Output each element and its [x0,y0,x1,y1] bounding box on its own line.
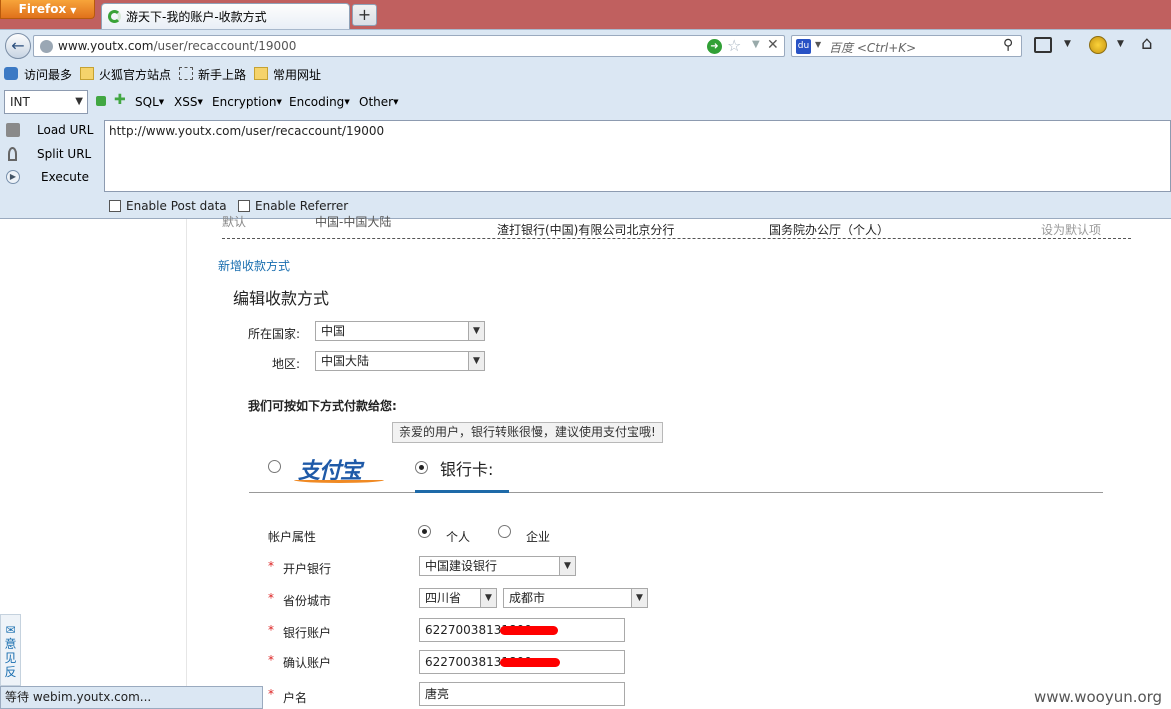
url-text: www.youtx.com/user/recaccount/19000 [58,39,297,53]
city-select[interactable]: 成都市 ▼ [503,588,648,608]
decrement-icon[interactable] [96,96,106,106]
personal-radio[interactable] [418,525,431,538]
confirm-account-label: 确认账户 [283,656,332,670]
redaction-mark [500,658,560,667]
required-mark: * [268,559,274,573]
existing-account-row: 默认 中国-中国大陆 渣打银行(中国)有限公司北京分行 国务院办公厅（个人） 设… [222,215,1131,239]
history-dropdown-icon[interactable]: ▼ [752,39,760,50]
page-sidebar [0,219,186,689]
divider [249,492,1103,493]
menu-xss[interactable]: XSS▼ [174,95,203,109]
region-select[interactable]: 中国大陆 ▼ [315,351,485,371]
bookmark-star-icon[interactable]: ☆ [727,36,741,55]
region-cell: 中国-中国大陆 [315,215,392,229]
folder-icon [80,67,94,80]
bank-label: 开户银行 [283,562,332,576]
alipay-radio[interactable] [268,460,281,473]
province-city-label: 省份城市 [283,594,332,608]
default-label: 默认 [222,215,247,229]
split-url-button[interactable]: Split URL [4,145,100,165]
holder-cell: 国务院办公厅（个人） [769,223,890,237]
execute-icon: ▶ [6,170,20,184]
hackbar: INT ▼ ✚ SQL▼ XSS▼ Encryption▼ Encoding▼ O… [0,87,1171,219]
bank-card-radio[interactable] [415,461,428,474]
browser-tab[interactable]: 游天下-我的账户-收款方式 [101,3,350,30]
feedback-tab[interactable]: ✉ 意见反 [0,614,21,686]
execute-button[interactable]: ▶ Execute [4,168,100,188]
navigation-bar: ← www.youtx.com/user/recaccount/19000 ➜ … [0,29,1171,62]
load-url-icon [6,123,20,137]
go-icon[interactable]: ➜ [707,39,722,54]
bank-cell: 渣打银行(中国)有限公司北京分行 [497,223,675,237]
most-visited-icon [4,67,18,80]
new-tab-button[interactable]: + [352,4,377,26]
business-label: 企业 [526,530,551,544]
url-textarea[interactable]: http://www.youtx.com/user/recaccount/190… [104,120,1171,192]
required-mark: * [268,623,274,637]
name-label: 户名 [283,691,308,705]
stop-icon[interactable]: ✕ [767,37,779,53]
status-bar: 等待 webim.youtx.com... [0,686,263,709]
baidu-icon[interactable]: du [796,39,811,54]
load-url-button[interactable]: Load URL [4,121,100,141]
url-bar[interactable]: www.youtx.com/user/recaccount/19000 ➜ ☆ … [33,35,785,57]
name-input[interactable]: 唐亮 [419,682,625,706]
account-label: 银行账户 [283,626,332,640]
bookmarks-toolbar: 访问最多 火狐官方站点 新手上路 常用网址 [0,62,1171,87]
page-content: 默认 中国-中国大陆 渣打银行(中国)有限公司北京分行 国务院办公厅（个人） 设… [186,215,1171,706]
screenshot-icon[interactable] [1034,37,1052,53]
bookmark-common-sites[interactable]: 常用网址 [273,66,321,83]
menu-encryption[interactable]: Encryption▼ [212,95,282,109]
personal-label: 个人 [446,530,471,544]
watermark: www.wooyun.org [1034,688,1163,706]
required-mark: * [268,687,274,701]
alipay-tooltip: 亲爱的用户，银行转账很慢，建议使用支付宝哦! [392,422,663,443]
bookmark-official-site[interactable]: 火狐官方站点 [99,66,171,83]
bookmark-most-visited[interactable]: 访问最多 [24,66,72,83]
chevron-down-icon[interactable]: ▼ [1117,39,1124,49]
folder-icon [254,67,268,80]
alipay-swoosh-icon [294,477,384,483]
province-select[interactable]: 四川省 ▼ [419,588,497,608]
business-radio[interactable] [498,525,511,538]
enable-post-data-checkbox[interactable]: Enable Post data [109,199,227,213]
increment-icon[interactable]: ✚ [114,93,126,107]
country-label: 所在国家: [248,327,301,341]
payment-heading: 我们可按如下方式付款给您: [248,399,397,413]
required-mark: * [268,653,274,667]
set-default-link[interactable]: 设为默认项 [1041,221,1101,238]
add-method-link[interactable]: 新增收款方式 [218,257,290,274]
loading-icon [108,10,121,23]
country-select[interactable]: 中国 ▼ [315,321,485,341]
bank-card-tab[interactable]: 银行卡: [440,456,493,480]
menu-other[interactable]: Other▼ [359,95,398,109]
engine-dropdown-icon[interactable]: ▼ [815,40,821,49]
region-label: 地区: [272,357,301,371]
tab-title: 游天下-我的账户-收款方式 [126,10,267,24]
chevron-down-icon[interactable]: ▼ [1064,39,1071,49]
back-button[interactable]: ← [5,33,31,59]
redaction-mark [500,626,558,635]
firefox-menu-button[interactable]: Firefox ▼ [0,0,95,19]
home-icon[interactable]: ⌂ [1141,33,1152,54]
required-mark: * [268,591,274,605]
type-select[interactable]: INT ▼ [4,90,88,114]
split-url-icon [8,147,17,161]
account-type-label: 帐户属性 [268,530,317,544]
page-icon [179,67,193,80]
section-title: 编辑收款方式 [233,289,330,308]
search-placeholder: 百度 <Ctrl+K> [829,41,917,55]
search-bar[interactable]: du ▼ 百度 <Ctrl+K> ⚲ [791,35,1022,57]
menu-sql[interactable]: SQL▼ [135,95,164,109]
active-tab-indicator [415,490,509,493]
bank-select[interactable]: 中国建设银行 ▼ [419,556,576,576]
search-icon[interactable]: ⚲ [1003,37,1013,53]
menu-encoding[interactable]: Encoding▼ [289,95,350,109]
globe-icon [40,40,53,53]
addon-icon[interactable] [1089,36,1107,54]
enable-referrer-checkbox[interactable]: Enable Referrer [238,199,348,213]
bookmark-getting-started[interactable]: 新手上路 [198,66,246,83]
